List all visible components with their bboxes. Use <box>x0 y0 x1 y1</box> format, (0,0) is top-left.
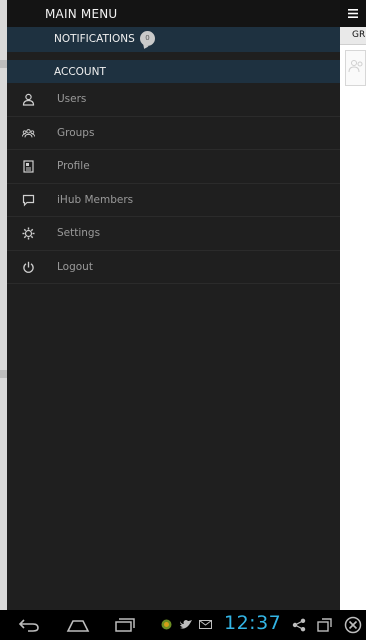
menu-item-settings[interactable]: Settings <box>7 217 340 251</box>
gear-icon <box>22 227 35 240</box>
share-icon[interactable] <box>292 618 306 632</box>
app-notification-icon <box>161 619 172 630</box>
mail-icon <box>199 620 212 629</box>
account-section-header: ACCOUNT <box>7 60 340 83</box>
section-gap <box>7 52 340 60</box>
background-band <box>0 60 7 68</box>
back-icon[interactable] <box>18 618 40 632</box>
group-placeholder-icon <box>348 60 363 73</box>
menu-item-label: Profile <box>57 160 90 172</box>
notifications-row[interactable]: NOTIFICATIONS 0 <box>7 27 340 52</box>
home-icon[interactable] <box>66 618 90 632</box>
menu-item-label: Logout <box>57 260 93 273</box>
background-window-edge <box>0 0 7 610</box>
menu-item-users[interactable]: Users <box>7 83 340 117</box>
groups-icon <box>22 128 35 137</box>
notifications-label: NOTIFICATIONS <box>54 33 135 45</box>
drawer-toggle-icon[interactable] <box>348 9 358 18</box>
background-band <box>0 370 7 378</box>
user-icon <box>22 93 35 106</box>
profile-icon <box>23 160 34 173</box>
menu-item-label: Settings <box>57 227 101 239</box>
system-navigation-bar: 12:37 <box>0 610 366 640</box>
menu-item-profile[interactable]: Profile <box>7 150 340 184</box>
notifications-count-badge: 0 <box>140 31 155 46</box>
menu-item-logout[interactable]: Logout <box>7 251 340 284</box>
content-card[interactable] <box>345 50 366 86</box>
account-menu: Users Groups Profile iHub Members Settin… <box>7 83 340 284</box>
chat-bubble-icon <box>22 194 35 206</box>
menu-item-ihub-members[interactable]: iHub Members <box>7 184 340 217</box>
navigation-drawer: MAIN MENU NOTIFICATIONS 0 ACCOUNT Users <box>7 0 340 610</box>
twitter-icon <box>180 620 192 629</box>
clock: 12:37 <box>224 612 282 634</box>
menu-item-groups[interactable]: Groups <box>7 117 340 150</box>
recent-apps-icon[interactable] <box>114 617 136 632</box>
account-label: ACCOUNT <box>54 66 106 78</box>
menu-item-label: iHub Members <box>57 193 134 206</box>
action-bar <box>340 0 366 27</box>
menu-item-label: Users <box>57 93 87 105</box>
content-tab-bar: GR <box>340 27 366 45</box>
window-icon[interactable] <box>317 617 333 632</box>
main-content-edge: GR <box>340 0 366 610</box>
drawer-header: MAIN MENU <box>7 0 340 27</box>
menu-item-label: Groups <box>57 126 95 139</box>
power-icon <box>23 261 34 273</box>
content-tab-label[interactable]: GR <box>352 30 365 40</box>
close-icon[interactable] <box>344 616 362 634</box>
drawer-title: MAIN MENU <box>45 7 118 21</box>
